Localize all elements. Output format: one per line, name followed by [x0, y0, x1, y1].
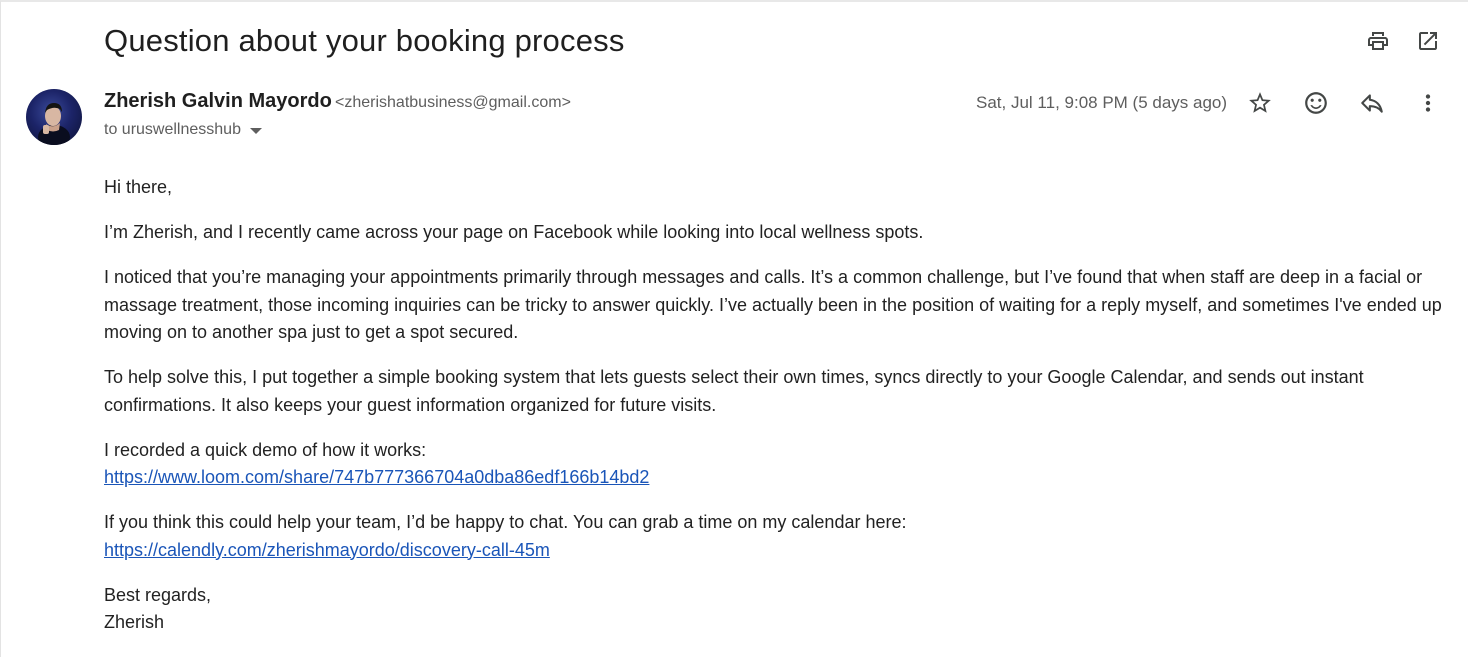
body-calendar-block: If you think this could help your team, …	[104, 509, 1444, 564]
recipient-text: to uruswellnesshub	[104, 121, 241, 138]
demo-link[interactable]: https://www.loom.com/share/747b777366704…	[104, 464, 649, 492]
emoji-reaction-icon[interactable]	[1301, 88, 1331, 118]
more-vertical-icon[interactable]	[1413, 88, 1443, 118]
calendar-link[interactable]: https://calendly.com/zherishmayordo/disc…	[104, 537, 550, 565]
recipient-line: to uruswellnesshub	[104, 121, 262, 139]
print-icon[interactable]	[1364, 27, 1392, 55]
body-paragraph-2: I noticed that you’re managing your appo…	[104, 267, 1442, 342]
star-icon[interactable]	[1245, 88, 1275, 118]
email-subject: Question about your booking process	[104, 23, 625, 58]
reply-icon[interactable]	[1357, 88, 1387, 118]
body-greeting: Hi there,	[104, 177, 173, 197]
email-date: Sat, Jul 11, 9:08 PM (5 days ago)	[976, 93, 1228, 112]
email-body: Hi there, I’m Zherish, and I recently ca…	[104, 174, 1444, 654]
sender-name[interactable]: Zherish Galvin Mayordo	[104, 90, 332, 113]
body-paragraph-3: To help solve this, I put together a sim…	[104, 367, 1364, 415]
recipient-details-dropdown-icon[interactable]	[249, 128, 262, 134]
body-paragraph-1: I’m Zherish, and I recently came across …	[104, 222, 924, 242]
closing-text: Best regards,	[104, 584, 212, 605]
email-view: Question about your booking process Zher…	[0, 0, 1468, 657]
open-in-new-window-icon[interactable]	[1414, 27, 1442, 55]
demo-intro-text: I recorded a quick demo of how it works:	[104, 439, 427, 460]
body-signoff: Best regards, Zherish	[104, 582, 1444, 637]
body-demo-block: I recorded a quick demo of how it works:…	[104, 437, 1444, 492]
sender-email: <zherishatbusiness@gmail.com>	[335, 94, 571, 111]
sender-avatar[interactable]	[26, 89, 82, 145]
calendar-intro-text: If you think this could help your team, …	[104, 512, 907, 532]
signature-text: Zherish	[104, 612, 165, 632]
